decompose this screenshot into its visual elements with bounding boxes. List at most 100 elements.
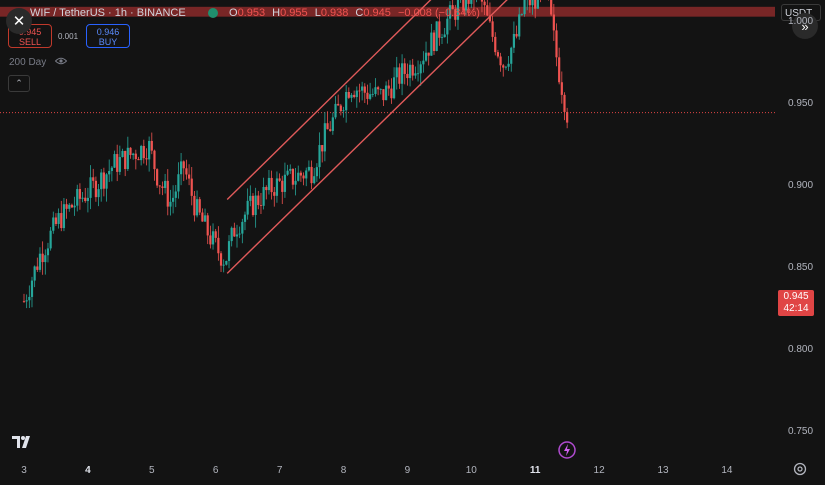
buy-button[interactable]: 0.946 BUY [86, 24, 130, 48]
candle-body [504, 66, 508, 68]
candle-body [419, 64, 422, 74]
candle-body [46, 248, 50, 256]
candle-body [329, 129, 332, 131]
candle-body [512, 33, 515, 48]
candle-body [118, 157, 121, 172]
candle-body [142, 145, 145, 159]
ohlc-low: 0.938 [320, 7, 349, 19]
candle-body [251, 195, 255, 216]
candle-body [502, 65, 505, 68]
candle-body [132, 153, 135, 156]
candle-body [187, 174, 191, 179]
candle-body [281, 180, 284, 192]
candle-body [246, 200, 249, 215]
candle-body [267, 177, 271, 191]
candle-body [195, 199, 199, 216]
candle-body [219, 253, 223, 266]
channel-upper-line [226, 0, 432, 201]
candle-body [70, 204, 74, 208]
candle-body [350, 94, 353, 98]
candle-body [265, 186, 268, 191]
candle-body [510, 47, 513, 64]
candle-body [297, 172, 300, 181]
candle-body [89, 177, 92, 198]
indicator-label[interactable]: 200 Day [9, 57, 46, 68]
candle-body [385, 85, 388, 101]
candle-body [150, 140, 153, 151]
candle-body [185, 168, 188, 175]
candle-body [369, 94, 372, 99]
candle-body [377, 87, 380, 90]
candle-body [217, 237, 220, 254]
candle-body [390, 88, 393, 99]
price-axis-label: 0.800 [788, 344, 814, 356]
candle-body [174, 191, 177, 198]
candle-body [337, 103, 340, 106]
candle-body [140, 145, 143, 161]
candle-body [555, 30, 558, 58]
candle-body [403, 63, 406, 74]
candle-body [443, 34, 446, 38]
price-axis-label: 0.950 [788, 98, 814, 110]
candle-body [182, 161, 185, 169]
candle-body [257, 195, 260, 206]
candle-body [145, 158, 148, 160]
candle-body [318, 145, 321, 168]
candle-body [414, 73, 417, 76]
price-axis-label: 0.750 [788, 426, 814, 438]
time-axis-label: 11 [529, 465, 541, 476]
market-status-dot [208, 8, 218, 18]
candle-body [84, 197, 87, 202]
candle-body [566, 111, 569, 123]
price-chart[interactable] [0, 0, 825, 485]
candle-body [156, 169, 159, 186]
time-axis-label: 6 [212, 465, 219, 476]
candle-body [361, 86, 364, 91]
spread-value: 0.001 [58, 32, 79, 41]
buy-label: BUY [98, 37, 118, 47]
candle-body [310, 166, 313, 184]
candle-body [137, 159, 140, 161]
candle-body [382, 89, 385, 101]
candle-body [73, 205, 76, 208]
flash-icon[interactable] [558, 441, 576, 459]
candle-body [54, 217, 58, 224]
candle-body [305, 170, 308, 179]
symbol-title[interactable]: WIF / TetherUS · 1h · BINANCE [30, 7, 186, 19]
candle-body [278, 178, 281, 181]
close-icon[interactable]: ✕ [6, 8, 32, 34]
time-axis-label: 7 [276, 465, 283, 476]
candle-body [339, 105, 342, 112]
candle-body [97, 189, 100, 198]
candle-body [126, 147, 129, 170]
last-price-tag: 0.945 42:14 [778, 290, 814, 316]
chevron-up-icon[interactable]: ⌃ [8, 75, 30, 92]
candle-body [321, 145, 324, 152]
time-axis-label: 10 [465, 465, 477, 476]
candle-body [289, 168, 292, 171]
time-axis-label: 4 [85, 465, 91, 476]
settings-icon[interactable] [793, 462, 807, 476]
candle-body [432, 32, 436, 51]
candle-body [193, 195, 196, 216]
time-axis-label: 9 [404, 465, 411, 476]
eye-icon[interactable] [55, 57, 67, 65]
candle-body [334, 103, 337, 118]
candle-body [206, 215, 209, 236]
candle-body [38, 253, 42, 270]
tradingview-logo[interactable] [12, 435, 34, 449]
candle-body [78, 189, 82, 199]
candle-body [94, 180, 97, 198]
candle-body [558, 57, 561, 83]
candle-body [342, 110, 345, 112]
candle-body [499, 56, 502, 66]
candle-body [374, 87, 377, 94]
price-axis-label: 0.900 [788, 180, 814, 192]
candle-body [366, 92, 369, 99]
candle-body [299, 172, 302, 176]
candle-body [392, 77, 396, 99]
ohlc-open-key: O [229, 7, 238, 19]
candle-body [177, 174, 180, 192]
candle-body [161, 186, 164, 188]
candle-body [92, 177, 95, 181]
